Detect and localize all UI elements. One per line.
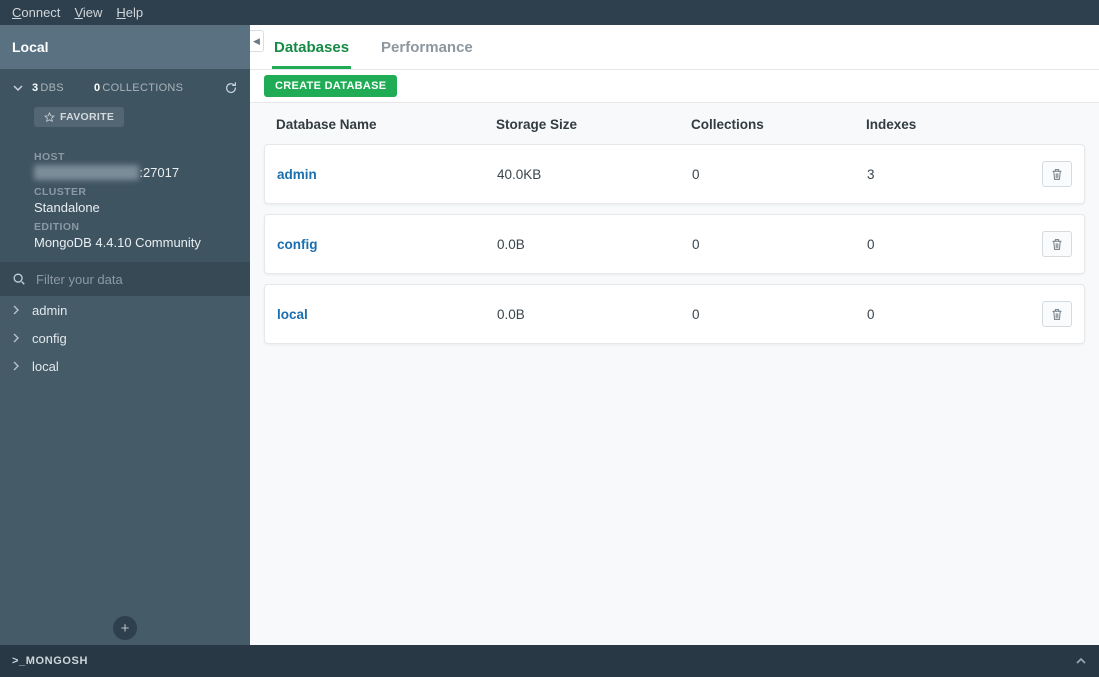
tabs: Databases Performance [250, 25, 1099, 70]
database-link[interactable]: admin [277, 167, 497, 182]
chevron-right-icon [12, 361, 22, 371]
sidebar-collapse-toggle[interactable]: ◀ [250, 30, 264, 52]
table-row: local 0.0B 0 0 [264, 284, 1085, 344]
trash-icon [1051, 308, 1063, 321]
filter-row [0, 262, 250, 296]
collections-count: 0 [692, 237, 867, 252]
favorite-button[interactable]: FAVORITE [34, 107, 124, 127]
cluster-label: CLUSTER [34, 186, 238, 198]
host-label: HOST [34, 151, 238, 163]
database-link[interactable]: local [277, 307, 497, 322]
trash-icon [1051, 168, 1063, 181]
database-tree: admin config local [0, 296, 250, 611]
tab-databases[interactable]: Databases [272, 27, 351, 69]
sidebar-item-label: config [32, 331, 67, 346]
toolbar: CREATE DATABASE [250, 70, 1099, 103]
edition-label: EDITION [34, 221, 238, 233]
mongosh-label: >_MONGOSH [12, 655, 88, 667]
col-database-name[interactable]: Database Name [276, 117, 496, 132]
sidebar-item-local[interactable]: local [0, 352, 250, 380]
chevron-right-icon [12, 333, 22, 343]
connection-meta: HOST ███████████:27017 CLUSTER Standalon… [0, 137, 250, 262]
storage-size: 0.0B [497, 307, 692, 322]
table-row: admin 40.0KB 0 3 [264, 144, 1085, 204]
chevron-right-icon [12, 305, 22, 315]
chevron-down-icon[interactable] [12, 82, 26, 94]
table-row: config 0.0B 0 0 [264, 214, 1085, 274]
indexes-count: 3 [867, 167, 1037, 182]
create-database-button[interactable]: CREATE DATABASE [264, 75, 397, 97]
sidebar-item-admin[interactable]: admin [0, 296, 250, 324]
refresh-icon[interactable] [224, 81, 238, 95]
edition-value: MongoDB 4.4.10 Community [34, 235, 238, 250]
storage-size: 0.0B [497, 237, 692, 252]
sidebar: Local 3DBS 0COLLECTIONS FAVORITE [0, 25, 250, 645]
menu-connect[interactable]: Connect [12, 5, 60, 20]
indexes-count: 0 [867, 307, 1037, 322]
delete-database-button[interactable] [1042, 301, 1072, 327]
menu-help[interactable]: Help [116, 5, 143, 20]
col-indexes[interactable]: Indexes [866, 117, 1036, 132]
sidebar-item-label: local [32, 359, 59, 374]
cluster-value: Standalone [34, 200, 238, 215]
delete-database-button[interactable] [1042, 161, 1072, 187]
delete-database-button[interactable] [1042, 231, 1072, 257]
collections-count: 0 [692, 167, 867, 182]
favorite-row: FAVORITE [0, 107, 250, 137]
col-collections[interactable]: Collections [691, 117, 866, 132]
search-icon [12, 272, 26, 286]
connection-name: Local [0, 25, 250, 69]
sidebar-item-config[interactable]: config [0, 324, 250, 352]
add-database-button[interactable]: + [113, 616, 137, 640]
col-storage-size[interactable]: Storage Size [496, 117, 691, 132]
mongosh-bar[interactable]: >_MONGOSH [0, 645, 1099, 677]
favorite-label: FAVORITE [60, 111, 114, 123]
tab-performance[interactable]: Performance [379, 27, 475, 69]
sidebar-item-label: admin [32, 303, 67, 318]
host-value: ███████████:27017 [34, 165, 238, 180]
filter-input[interactable] [36, 272, 238, 287]
star-icon [44, 112, 55, 123]
table-header: Database Name Storage Size Collections I… [264, 103, 1085, 144]
content: Databases Performance CREATE DATABASE Da… [250, 25, 1099, 645]
menubar: Connect View Help [0, 0, 1099, 25]
trash-icon [1051, 238, 1063, 251]
chevron-up-icon[interactable] [1075, 655, 1087, 667]
collections-count: 0 [692, 307, 867, 322]
sidebar-stats: 3DBS 0COLLECTIONS [0, 69, 250, 107]
sidebar-footer: + [0, 611, 250, 645]
databases-table: Database Name Storage Size Collections I… [250, 103, 1099, 368]
storage-size: 40.0KB [497, 167, 692, 182]
database-link[interactable]: config [277, 237, 497, 252]
indexes-count: 0 [867, 237, 1037, 252]
menu-view[interactable]: View [74, 5, 102, 20]
